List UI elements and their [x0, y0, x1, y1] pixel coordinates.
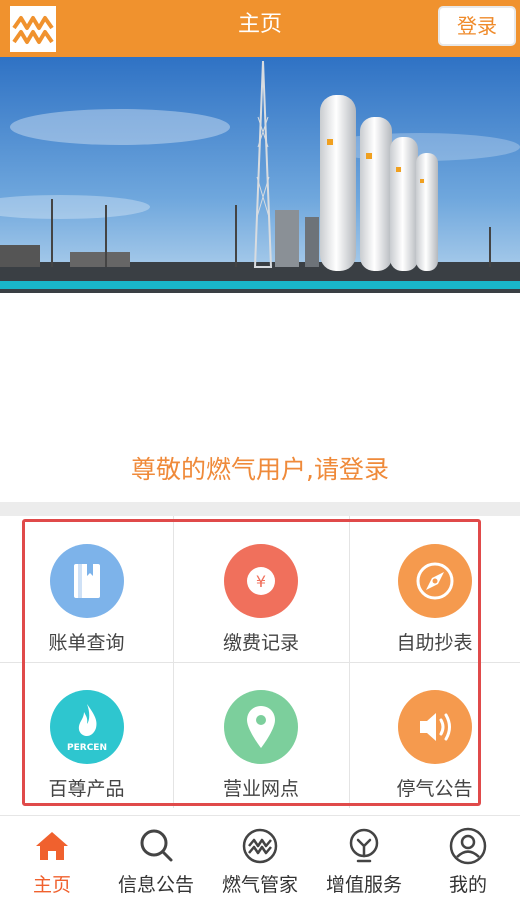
bottom-nav: 主页 信息公告 燃气管家 增值服务 我的: [0, 815, 520, 896]
nav-item-notices[interactable]: 信息公告: [104, 816, 208, 896]
nav-item-gas-butler[interactable]: 燃气管家: [208, 816, 312, 896]
baizun-products-tile[interactable]: PERCEN 百尊产品: [0, 662, 173, 808]
app-header: 主页 登录: [0, 0, 520, 57]
nav-label: 信息公告: [117, 874, 194, 896]
svg-text:¥: ¥: [256, 572, 266, 591]
flame-logo-icon: [242, 828, 278, 864]
tile-label: 百尊产品: [48, 778, 125, 800]
nav-label: 我的: [448, 874, 487, 896]
tile-label: 账单查询: [48, 632, 125, 654]
bulb-icon: [349, 828, 379, 863]
search-icon: [140, 829, 173, 862]
tile-label: 停气公告: [396, 778, 473, 800]
nav-item-home[interactable]: 主页: [0, 816, 104, 896]
percen-logo-text: PERCEN: [67, 743, 107, 753]
nav-label: 增值服务: [325, 874, 402, 896]
flame-icon: PERCEN: [49, 690, 124, 764]
nav-label: 燃气管家: [221, 874, 298, 896]
speaker-icon: [397, 690, 472, 764]
compass-icon: [397, 544, 472, 618]
login-prompt[interactable]: 尊敬的燃气用户,请登录: [0, 450, 520, 486]
service-outlets-tile[interactable]: 营业网点: [173, 662, 349, 808]
location-pin-icon: [224, 690, 298, 764]
home-icon: [36, 832, 68, 860]
feature-grid: 账单查询 ¥ 缴费记录 自助抄表 PERCEN 百尊产品 营业网点 停气公告: [0, 516, 520, 808]
tile-label: 营业网点: [222, 778, 299, 800]
banner-image: [0, 57, 520, 293]
book-icon: [49, 544, 124, 618]
payment-records-tile[interactable]: ¥ 缴费记录: [173, 516, 349, 662]
yen-icon: ¥: [224, 544, 298, 618]
gas-outage-notice-tile[interactable]: 停气公告: [349, 662, 520, 808]
nav-item-mine[interactable]: 我的: [416, 816, 520, 896]
user-icon: [449, 827, 487, 865]
nav-item-value-added[interactable]: 增值服务: [312, 816, 416, 896]
login-button[interactable]: 登录: [438, 6, 516, 46]
section-divider: [0, 502, 520, 516]
self-meter-reading-tile[interactable]: 自助抄表: [349, 516, 520, 662]
bill-query-tile[interactable]: 账单查询: [0, 516, 173, 662]
nav-label: 主页: [32, 874, 71, 896]
tile-label: 缴费记录: [222, 632, 299, 654]
tile-label: 自助抄表: [396, 632, 473, 654]
